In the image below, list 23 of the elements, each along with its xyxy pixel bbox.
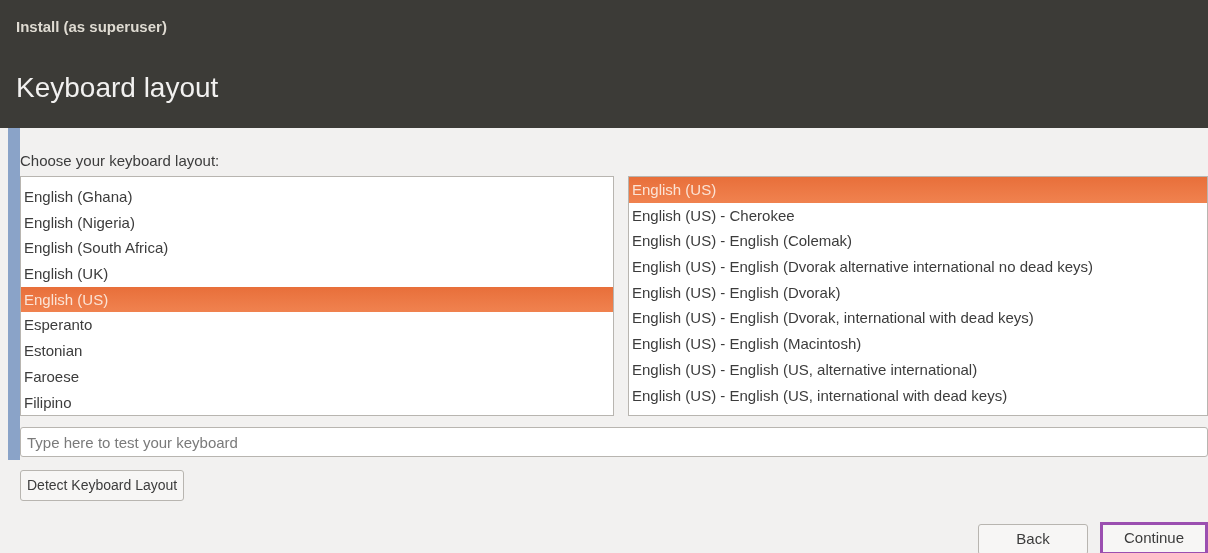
prompt-label: Choose your keyboard layout: [20,151,220,171]
list-item[interactable]: English (US) - English (Colemak) [629,228,1207,255]
list-item[interactable]: Estonian [21,338,613,364]
wizard-button[interactable]: Continue [1100,522,1208,553]
list-item[interactable]: English (US) - English (US, alternative international) [629,356,1207,383]
list-item[interactable]: Esperanto [21,312,613,339]
list-item[interactable]: English (US) - English (Dvorak alternative international no dead keys) [629,254,1207,280]
page-heading: Keyboard layout [16,70,219,105]
list-item[interactable]: Filipino [21,389,613,415]
list-item[interactable]: English (UK) [21,261,613,287]
list-item[interactable]: English (US) - English (Dvorak, international with dead keys) [629,305,1207,332]
list-item[interactable]: English (Nigeria) [21,209,613,236]
detect-keyboard-button[interactable]: Detect Keyboard Layout [20,470,185,501]
list-item[interactable]: English (South Africa) [21,235,613,262]
list-item[interactable]: Faroese [21,363,613,390]
window-title: Install (as superuser) [16,17,167,37]
list-item[interactable]: English (US) - English (US, international with dead keys) [629,382,1207,409]
list-item[interactable]: English (Ghana) [21,184,613,210]
list-item[interactable]: English (US) - English (Macintosh) [629,331,1207,357]
list-item[interactable]: English (US) - Cherokee [629,202,1207,229]
list-item[interactable]: English (US) - English (Dvorak) [629,279,1207,306]
test-input-field[interactable]: Type here to test your keyboard [20,427,1208,457]
wizard-button[interactable]: Back [978,524,1088,553]
